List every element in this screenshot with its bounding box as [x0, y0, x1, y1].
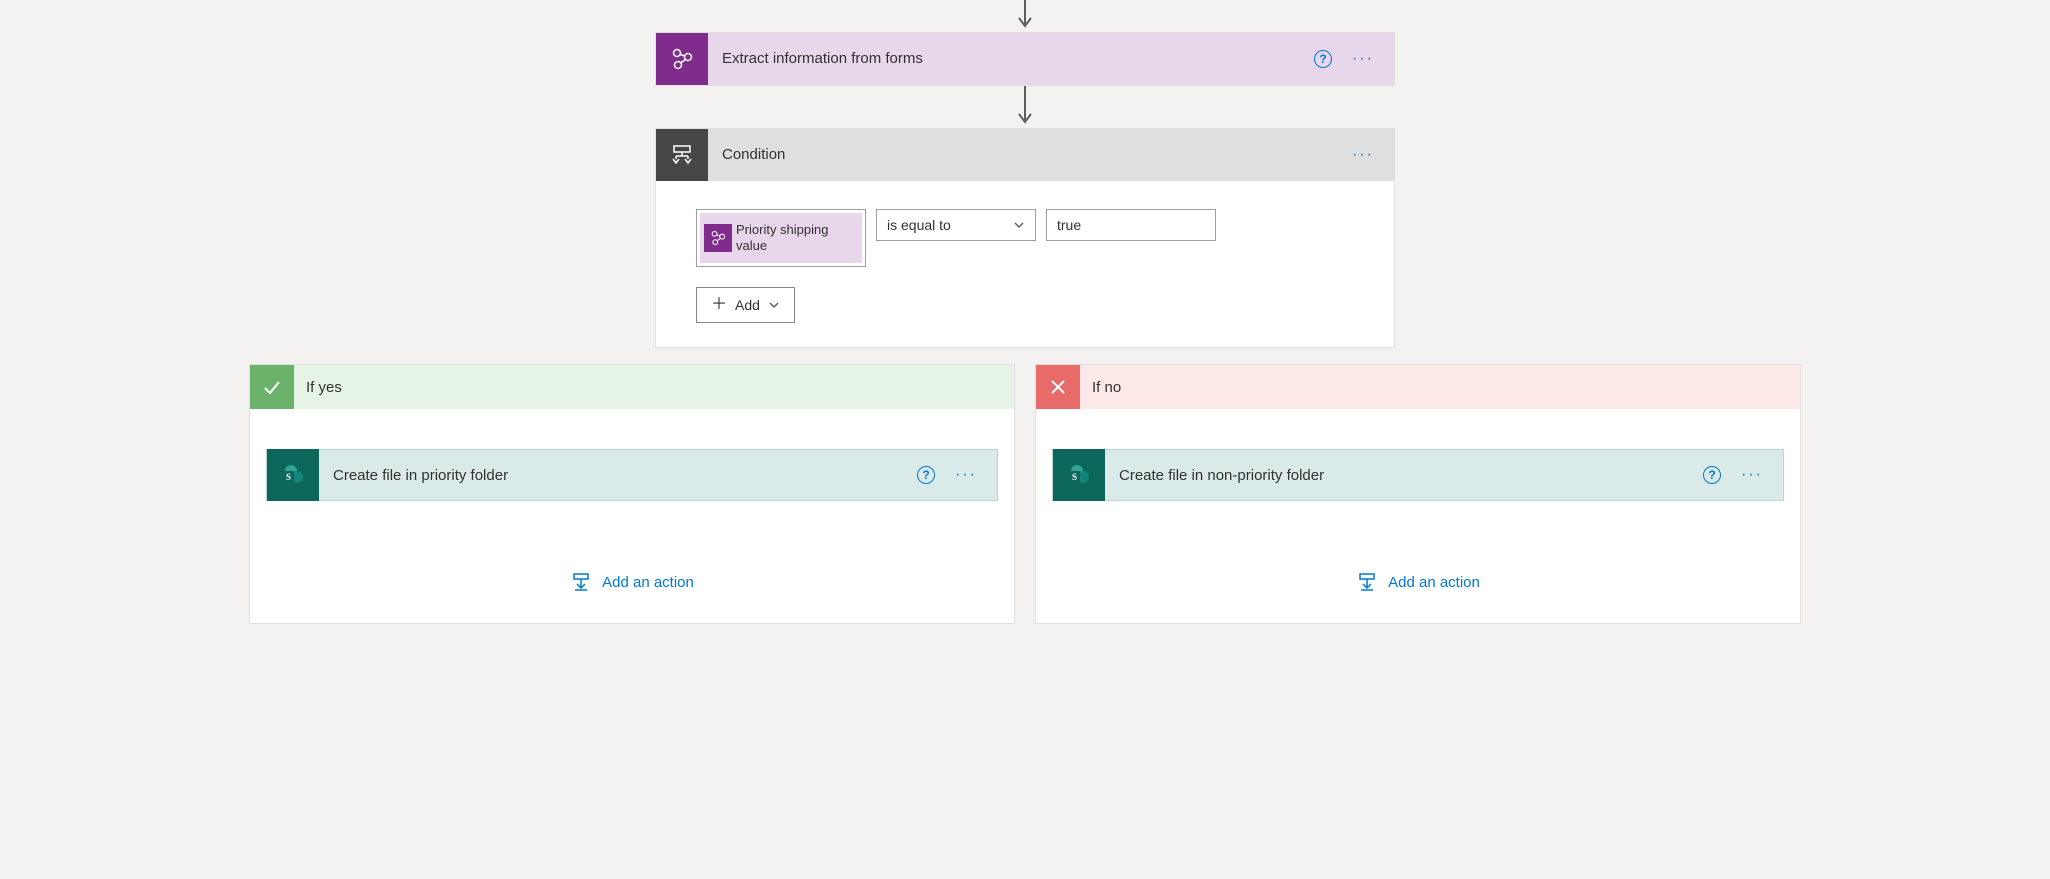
condition-title: Condition [708, 146, 1348, 163]
condition-value: true [1057, 217, 1081, 233]
action-card-extract-forms[interactable]: Extract information from forms ? ··· [655, 32, 1395, 86]
add-action-button[interactable]: Add an action [1356, 571, 1480, 593]
help-icon[interactable]: ? [1703, 466, 1721, 484]
svg-text:S: S [286, 472, 291, 482]
sharepoint-icon: S [1053, 449, 1105, 501]
if-yes-branch: If yes S Create file in priority folder [249, 364, 1015, 624]
more-menu-icon[interactable]: ··· [951, 466, 981, 484]
action-create-file-non-priority[interactable]: S Create file in non-priority folder ? ·… [1052, 449, 1784, 501]
help-icon[interactable]: ? [917, 466, 935, 484]
if-no-branch: If no S Create file in non-priority fold… [1035, 364, 1801, 624]
ai-builder-icon [656, 33, 708, 85]
add-action-icon [570, 571, 592, 593]
condition-value-input[interactable]: true [1046, 209, 1216, 241]
more-menu-icon[interactable]: ··· [1348, 50, 1378, 68]
add-action-button[interactable]: Add an action [570, 571, 694, 593]
add-action-label: Add an action [602, 574, 694, 591]
ai-builder-icon [704, 224, 732, 252]
if-yes-title: If yes [294, 379, 342, 396]
svg-text:S: S [1072, 472, 1077, 482]
sharepoint-icon: S [267, 449, 319, 501]
operator-value: is equal to [887, 217, 951, 233]
condition-operator-select[interactable]: is equal to [876, 209, 1036, 241]
check-icon [250, 365, 294, 409]
token-label: Priority shipping value [736, 222, 862, 253]
add-condition-button[interactable]: ＋ Add [696, 287, 795, 323]
chevron-down-icon [768, 299, 780, 311]
chevron-down-icon [1013, 219, 1025, 231]
condition-card[interactable]: Condition ··· [655, 128, 1395, 348]
help-icon[interactable]: ? [1314, 50, 1332, 68]
arrow-connector [245, 86, 1805, 128]
arrow-connector [245, 0, 1805, 32]
add-action-icon [1356, 571, 1378, 593]
action-title: Create file in non-priority folder [1105, 467, 1703, 484]
dynamic-content-token[interactable]: Priority shipping value [700, 213, 862, 263]
condition-left-operand[interactable]: Priority shipping value [696, 209, 866, 267]
add-action-label: Add an action [1388, 574, 1480, 591]
if-no-title: If no [1080, 379, 1121, 396]
action-create-file-priority[interactable]: S Create file in priority folder ? ··· [266, 449, 998, 501]
close-icon [1036, 365, 1080, 409]
extract-forms-title: Extract information from forms [708, 50, 1314, 67]
action-title: Create file in priority folder [319, 467, 917, 484]
plus-icon: ＋ [711, 297, 727, 313]
more-menu-icon[interactable]: ··· [1348, 146, 1378, 164]
condition-icon [656, 129, 708, 181]
more-menu-icon[interactable]: ··· [1737, 466, 1767, 484]
add-label: Add [735, 297, 760, 313]
